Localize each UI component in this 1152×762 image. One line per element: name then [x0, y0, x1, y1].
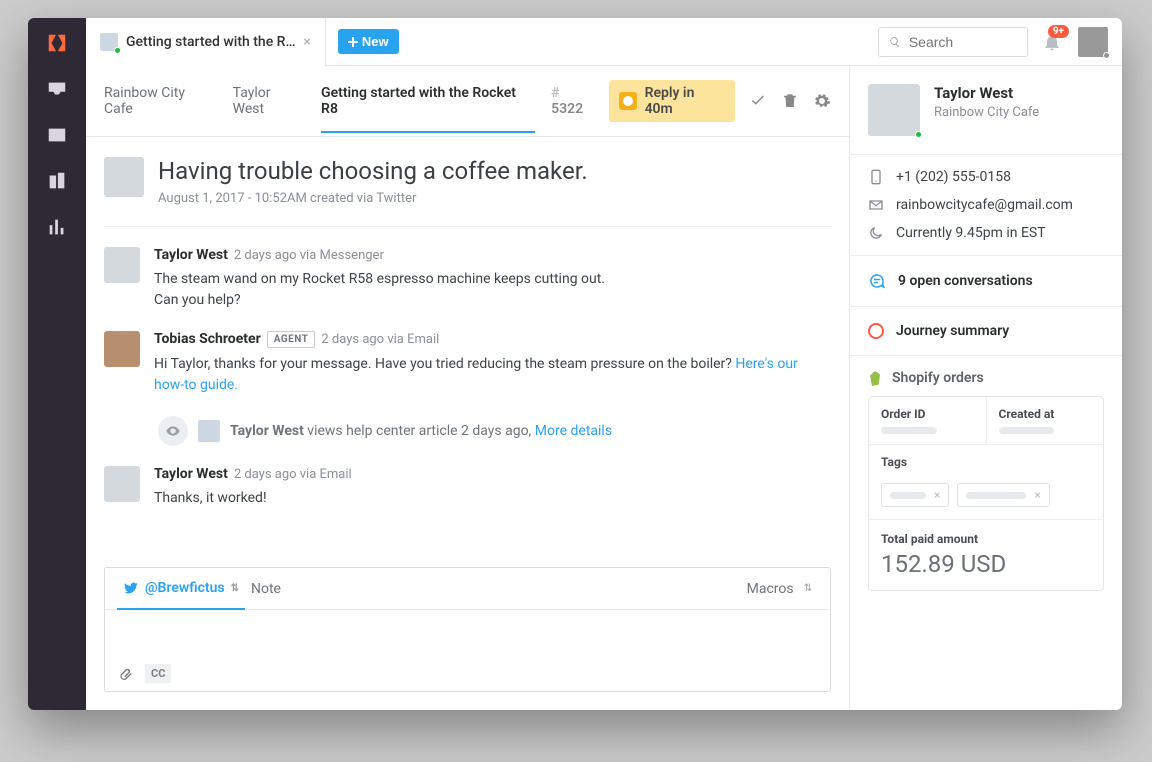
- twitter-icon: [123, 580, 139, 596]
- macros-button[interactable]: Macros⇅: [741, 569, 818, 609]
- avatar: [104, 466, 140, 502]
- created-at-label: Created at: [999, 407, 1092, 421]
- reply-channel-tab[interactable]: @Brewfictus ⇅: [117, 568, 245, 610]
- search-input[interactable]: [909, 34, 1017, 50]
- topbar: Getting started with the R… × New 9+: [86, 18, 1122, 66]
- avatar: [104, 157, 144, 197]
- tab-title: Getting started with the R…: [126, 34, 295, 50]
- left-sidebar: [28, 18, 86, 710]
- chevron-updown-icon: ⇅: [231, 583, 239, 594]
- cc-button[interactable]: CC: [145, 664, 171, 683]
- total-paid-label: Total paid amount: [881, 532, 1091, 546]
- reports-nav-icon[interactable]: [46, 216, 68, 238]
- tag-chip[interactable]: ×: [881, 483, 949, 507]
- chevron-updown-icon: ⇅: [804, 583, 812, 594]
- complete-icon[interactable]: [749, 92, 767, 110]
- inbox-nav-icon[interactable]: [46, 78, 68, 100]
- circle-icon: [868, 323, 884, 339]
- event-text: views help center article 2 days ago,: [304, 423, 535, 439]
- message-meta: 2 days ago via Email: [234, 467, 352, 482]
- thread-title: Having trouble choosing a coffee maker.: [158, 157, 831, 185]
- tag-chip[interactable]: ×: [957, 483, 1049, 507]
- reply-composer: @Brewfictus ⇅ Note Macros⇅ CC: [104, 567, 831, 692]
- reply-sla-button[interactable]: Reply in 40m: [609, 80, 736, 122]
- new-button-label: New: [362, 34, 389, 49]
- current-user-avatar[interactable]: [1078, 27, 1108, 57]
- new-button[interactable]: New: [338, 29, 399, 54]
- org-nav-icon[interactable]: [46, 170, 68, 192]
- message-author: Taylor West: [154, 247, 228, 263]
- notifications-button[interactable]: 9+: [1042, 32, 1062, 52]
- activity-event: Taylor West views help center article 2 …: [158, 416, 831, 446]
- reply-handle: @Brewfictus: [145, 580, 225, 596]
- message-meta: 2 days ago via Email: [321, 332, 439, 347]
- breadcrumb-org[interactable]: Rainbow City Cafe: [104, 85, 217, 117]
- shopify-icon: [868, 370, 884, 386]
- mail-icon: [868, 197, 884, 213]
- chat-icon: [868, 272, 886, 290]
- message-meta: 2 days ago via Messenger: [234, 248, 384, 263]
- ticket-id: # 5322: [551, 85, 595, 117]
- profile-time: Currently 9.45pm in EST: [896, 225, 1046, 241]
- tags-label: Tags: [881, 455, 1091, 469]
- divider: [104, 226, 831, 227]
- trash-icon[interactable]: [781, 92, 799, 110]
- agent-tag: AGENT: [267, 331, 316, 348]
- composer-input[interactable]: [105, 610, 830, 656]
- close-tab-icon[interactable]: ×: [303, 34, 310, 50]
- event-avatar: [198, 420, 220, 442]
- profile-name: Taylor West: [934, 84, 1039, 102]
- profile-org: Rainbow City Cafe: [934, 105, 1039, 120]
- clock-icon: [619, 92, 637, 110]
- message-text: Thanks, it worked!: [154, 488, 831, 509]
- breadcrumb-user[interactable]: Taylor West: [233, 85, 305, 117]
- avatar: [104, 247, 140, 283]
- reply-sla-label: Reply in 40m: [645, 85, 726, 117]
- total-paid-value: 152.89 USD: [881, 550, 1091, 578]
- attachment-icon[interactable]: [117, 665, 135, 683]
- avatar: [104, 331, 140, 367]
- open-conversations-row[interactable]: 9 open conversations: [850, 256, 1122, 307]
- message-author: Tobias Schroeter: [154, 331, 261, 347]
- message-text: Hi Taylor, thanks for your message. Have…: [154, 354, 831, 396]
- breadcrumb: Rainbow City Cafe Taylor West Getting st…: [86, 66, 849, 137]
- shopify-card: Order ID Created at Tags × × Total paid …: [868, 396, 1104, 591]
- conversation-tab[interactable]: Getting started with the R… ×: [86, 18, 326, 66]
- profile-avatar: [868, 84, 920, 136]
- breadcrumb-subject: Getting started with the Rocket R8: [321, 85, 535, 133]
- order-id-label: Order ID: [881, 407, 974, 421]
- journey-summary-row[interactable]: Journey summary: [850, 307, 1122, 356]
- plus-icon: [348, 37, 358, 47]
- sidebar-right: Taylor West Rainbow City Cafe +1 (202) 5…: [850, 66, 1122, 710]
- gear-icon[interactable]: [813, 92, 831, 110]
- notification-badge: 9+: [1048, 25, 1069, 38]
- thread-created-meta: August 1, 2017 - 10:52AM created via Twi…: [158, 191, 831, 206]
- remove-tag-icon[interactable]: ×: [1034, 488, 1040, 502]
- eye-icon: [158, 416, 188, 446]
- placeholder: [881, 427, 937, 434]
- shopify-title: Shopify orders: [892, 370, 984, 386]
- profile-email[interactable]: rainbowcitycafe@gmail.com: [896, 197, 1073, 213]
- contacts-nav-icon[interactable]: [46, 124, 68, 146]
- message-author: Taylor West: [154, 466, 228, 482]
- search-icon: [889, 35, 901, 49]
- profile-phone[interactable]: +1 (202) 555-0158: [896, 169, 1011, 185]
- event-who: Taylor West: [230, 423, 304, 439]
- remove-tag-icon[interactable]: ×: [934, 488, 940, 502]
- phone-icon: [868, 169, 884, 185]
- search-field[interactable]: [878, 27, 1028, 57]
- placeholder: [999, 427, 1055, 434]
- app-logo: [46, 32, 68, 54]
- message-text: The steam wand on my Rocket R58 espresso…: [154, 269, 831, 311]
- more-details-link[interactable]: More details: [535, 423, 612, 439]
- moon-icon: [868, 225, 884, 241]
- note-tab[interactable]: Note: [245, 569, 287, 609]
- tab-avatar: [100, 33, 118, 51]
